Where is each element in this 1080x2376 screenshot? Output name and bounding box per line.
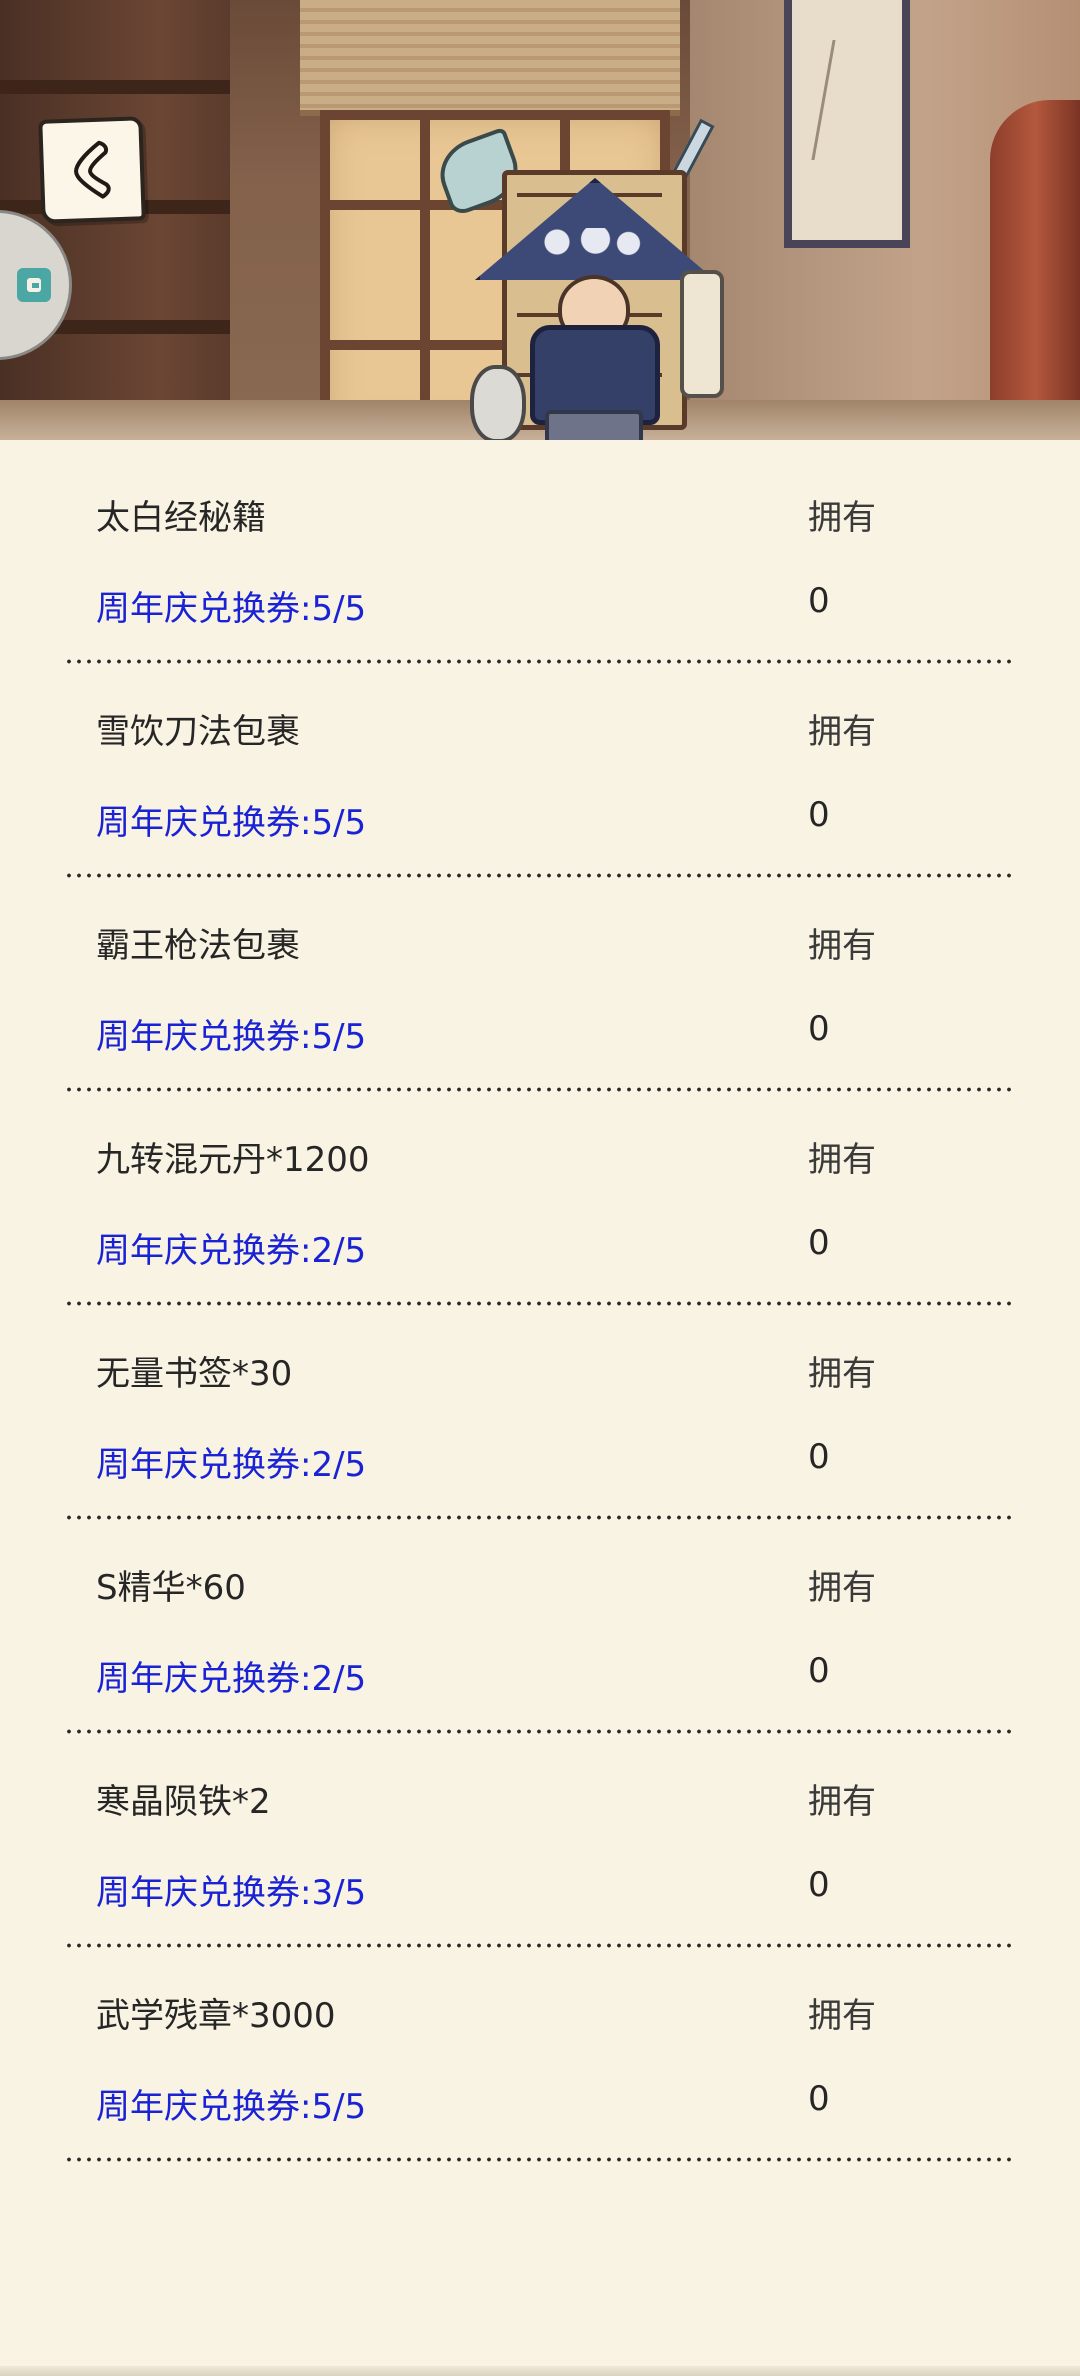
exchange-cost: 周年庆兑换券:5/5 <box>96 1017 367 1057</box>
owned-count: 0 <box>808 795 830 835</box>
header-illustration <box>0 0 1080 440</box>
tab-icon <box>17 268 51 302</box>
owned-count: 0 <box>808 2079 830 2119</box>
owned-count: 0 <box>808 1437 830 1477</box>
list-item[interactable]: 太白经秘籍 拥有 周年庆兑换券:5/5 0 <box>0 440 1080 664</box>
window-blind <box>300 0 680 116</box>
owned-label: 拥有 <box>808 712 876 752</box>
owned-label: 拥有 <box>808 1140 876 1180</box>
cloud-pattern <box>535 228 645 256</box>
merchant-legs <box>545 410 643 440</box>
list-item[interactable]: 雪饮刀法包裹 拥有 周年庆兑换券:5/5 0 <box>0 654 1080 878</box>
owned-count: 0 <box>808 1009 830 1049</box>
exchange-cost: 周年庆兑换券:5/5 <box>96 2087 367 2127</box>
owned-label: 拥有 <box>808 1782 876 1822</box>
bottom-edge <box>0 2366 1080 2376</box>
item-name: 寒晶陨铁*2 <box>96 1782 271 1822</box>
list-item[interactable]: 无量书签*30 拥有 周年庆兑换券:2/5 0 <box>0 1296 1080 1520</box>
owned-label: 拥有 <box>808 1568 876 1608</box>
exchange-list: 太白经秘籍 拥有 周年庆兑换券:5/5 0 雪饮刀法包裹 拥有 周年庆兑换券:5… <box>0 440 1080 2376</box>
item-name: 太白经秘籍 <box>96 498 266 538</box>
shop-screen: 太白经秘籍 拥有 周年庆兑换券:5/5 0 雪饮刀法包裹 拥有 周年庆兑换券:5… <box>0 0 1080 2376</box>
exchange-cost: 周年庆兑换券:5/5 <box>96 803 367 843</box>
scroll-illustration <box>680 270 724 398</box>
item-name: 武学残章*3000 <box>96 1996 336 2036</box>
list-item[interactable]: S精华*60 拥有 周年庆兑换券:2/5 0 <box>0 1510 1080 1734</box>
chevron-left-icon <box>74 140 111 199</box>
dotted-divider <box>64 2157 1014 2162</box>
exchange-cost: 周年庆兑换券:2/5 <box>96 1659 367 1699</box>
hanging-scroll-painting <box>784 0 910 248</box>
owned-count: 0 <box>808 1223 830 1263</box>
item-name: 霸王枪法包裹 <box>96 926 300 966</box>
list-item[interactable]: 寒晶陨铁*2 拥有 周年庆兑换券:3/5 0 <box>0 1724 1080 1948</box>
item-name: 雪饮刀法包裹 <box>96 712 300 752</box>
exchange-cost: 周年庆兑换券:5/5 <box>96 589 367 629</box>
item-name: 九转混元丹*1200 <box>96 1140 370 1180</box>
list-item[interactable]: 九转混元丹*1200 拥有 周年庆兑换券:2/5 0 <box>0 1082 1080 1306</box>
gourd-illustration <box>470 365 526 440</box>
item-name: S精华*60 <box>96 1568 246 1608</box>
list-item[interactable]: 霸王枪法包裹 拥有 周年庆兑换券:5/5 0 <box>0 868 1080 1092</box>
back-button[interactable] <box>38 116 146 224</box>
owned-label: 拥有 <box>808 1996 876 2036</box>
merchant-character <box>430 110 740 440</box>
owned-count: 0 <box>808 1865 830 1905</box>
list-item[interactable]: 武学残章*3000 拥有 周年庆兑换券:5/5 0 <box>0 1938 1080 2162</box>
exchange-cost: 周年庆兑换券:2/5 <box>96 1231 367 1271</box>
owned-label: 拥有 <box>808 498 876 538</box>
item-name: 无量书签*30 <box>96 1354 293 1394</box>
curtain <box>990 100 1080 440</box>
owned-label: 拥有 <box>808 1354 876 1394</box>
owned-label: 拥有 <box>808 926 876 966</box>
owned-count: 0 <box>808 1651 830 1691</box>
exchange-cost: 周年庆兑换券:2/5 <box>96 1445 367 1485</box>
exchange-cost: 周年庆兑换券:3/5 <box>96 1873 367 1913</box>
owned-count: 0 <box>808 581 830 621</box>
